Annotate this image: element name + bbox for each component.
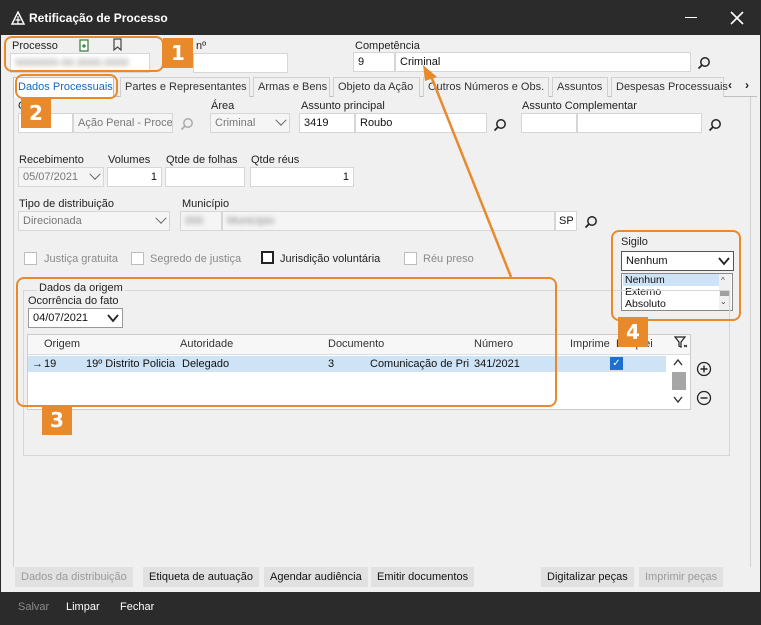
table-scroll-up-icon[interactable] xyxy=(673,358,683,366)
digitalizar-pecas-button[interactable]: Digitalizar peças xyxy=(541,567,634,587)
annotation-box-1 xyxy=(4,36,164,72)
filter-icon[interactable] xyxy=(674,335,688,349)
competencia-code-input[interactable]: 9 xyxy=(353,52,395,72)
area-label: Área xyxy=(211,100,235,112)
reu-preso-checkbox[interactable] xyxy=(404,252,417,265)
segredo-label: Segredo de justiça xyxy=(150,253,242,265)
search-icon[interactable] xyxy=(697,56,711,70)
assunto-comp-label: Assunto Complementar xyxy=(522,100,637,112)
reus-label: Qtde réus xyxy=(251,154,300,166)
limpar-button[interactable]: Limpar xyxy=(66,601,100,613)
annotation-box-2 xyxy=(15,74,118,99)
window-title: Retificação de Processo xyxy=(29,11,168,25)
dados-distribuicao-button[interactable]: Dados da distribuição xyxy=(15,567,133,587)
annotation-badge-3: 3 xyxy=(42,405,72,435)
assunto-comp-search-icon[interactable] xyxy=(708,118,722,132)
municipio-code: 000 xyxy=(185,215,204,227)
municipio-label: Município xyxy=(182,198,230,210)
minimize-icon[interactable] xyxy=(685,17,697,18)
agendar-audiencia-button[interactable]: Agendar audiência xyxy=(264,567,368,587)
recebimento-date[interactable]: 05/07/2021 xyxy=(18,167,104,187)
imprimir-pecas-button[interactable]: Imprimir peças xyxy=(639,567,724,587)
imprime-checkbox[interactable]: ✓ xyxy=(610,357,623,370)
classe-value-input[interactable]: Ação Penal - Proced xyxy=(73,113,173,133)
footer-bar: Salvar Limpar Fechar xyxy=(1,592,760,624)
uf-input[interactable]: SP xyxy=(555,211,577,231)
salvar-button[interactable]: Salvar xyxy=(18,601,49,613)
tab-scroll-left-icon[interactable]: ‹ xyxy=(728,78,732,92)
numero-input[interactable] xyxy=(193,53,288,73)
annotation-box-4 xyxy=(611,230,741,321)
close-icon[interactable] xyxy=(729,10,745,26)
annotation-arrow-icon xyxy=(423,65,513,278)
justica-gratuita-label: Justiça gratuita xyxy=(44,253,118,265)
table-scroll-down-icon[interactable] xyxy=(673,396,683,404)
add-row-icon[interactable] xyxy=(696,361,712,377)
tab-strip: Dados Processuais Partes e Representante… xyxy=(13,77,757,98)
assunto-code-input[interactable]: 3419 xyxy=(299,113,355,133)
municipio-search-icon[interactable] xyxy=(584,215,598,229)
fechar-button[interactable]: Fechar xyxy=(120,601,154,613)
competencia-label: Competência xyxy=(355,40,420,52)
folhas-label: Qtde de folhas xyxy=(166,154,238,166)
annotation-box-3 xyxy=(16,277,557,407)
numero-label: nº xyxy=(196,40,207,52)
tab-objeto-acao[interactable]: Objeto da Ação xyxy=(333,77,420,97)
justica-gratuita-checkbox[interactable] xyxy=(24,252,37,265)
tipo-dist-label: Tipo de distribuição xyxy=(19,198,114,210)
volumes-label: Volumes xyxy=(108,154,151,166)
folhas-input[interactable] xyxy=(165,167,245,187)
tab-armas-bens[interactable]: Armas e Bens xyxy=(253,77,330,97)
table-scrollbar[interactable] xyxy=(671,356,687,408)
remove-row-icon[interactable] xyxy=(696,390,712,406)
volumes-input[interactable]: 1 xyxy=(107,167,162,187)
tipo-dist-select[interactable]: Direcionada xyxy=(18,211,170,231)
jurisdicao-checkbox[interactable] xyxy=(261,251,274,264)
municipio-code-input[interactable]: 000 xyxy=(180,211,222,231)
tab-scroll-right-icon[interactable]: › xyxy=(745,78,749,92)
emitir-documentos-button[interactable]: Emitir documentos xyxy=(371,567,475,587)
dialog-window: Retificação de Processo Processo 0000000… xyxy=(0,0,761,625)
annotation-badge-1: 1 xyxy=(163,38,193,68)
col-imprime[interactable]: Imprime xyxy=(570,338,610,350)
segredo-checkbox[interactable] xyxy=(131,252,144,265)
annotation-badge-2: 2 xyxy=(21,98,51,128)
table-scroll-thumb[interactable] xyxy=(672,372,686,390)
jurisdicao-label: Jurisdição voluntária xyxy=(280,253,381,265)
assunto-label: Assunto principal xyxy=(301,100,385,112)
annotation-badge-4: 4 xyxy=(618,317,648,347)
assunto-comp-value-input[interactable] xyxy=(577,113,702,133)
app-logo-icon xyxy=(11,11,25,25)
recebimento-value: 05/07/2021 xyxy=(23,171,79,183)
area-select[interactable]: Criminal xyxy=(210,113,290,133)
classe-search-icon[interactable] xyxy=(180,117,194,131)
tipo-dist-value: Direcionada xyxy=(23,215,82,227)
assunto-comp-code-input[interactable] xyxy=(521,113,577,133)
reus-input[interactable]: 1 xyxy=(250,167,354,187)
tab-assuntos[interactable]: Assuntos xyxy=(552,77,608,97)
recebimento-label: Recebimento xyxy=(19,154,84,166)
municipio-value: Município xyxy=(227,215,275,227)
area-value: Criminal xyxy=(215,117,256,129)
etiqueta-button[interactable]: Etiqueta de autuação xyxy=(143,567,259,587)
tab-despesas[interactable]: Despesas Processuais xyxy=(611,77,728,97)
title-bar: Retificação de Processo xyxy=(1,1,760,35)
tab-partes[interactable]: Partes e Representantes xyxy=(120,77,250,97)
